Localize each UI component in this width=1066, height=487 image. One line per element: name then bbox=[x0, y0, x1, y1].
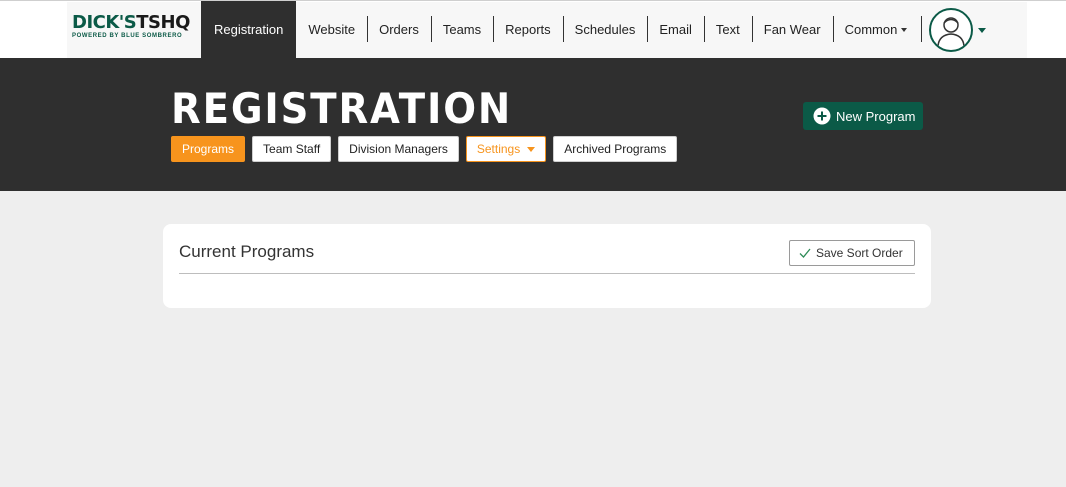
chevron-down-icon bbox=[901, 27, 908, 32]
save-sort-order-label: Save Sort Order bbox=[816, 246, 903, 260]
nav-item-website[interactable]: Website bbox=[296, 1, 367, 58]
logo-tagline: POWERED BY BLUE SOMBRERO bbox=[72, 33, 183, 39]
tab-archived-programs[interactable]: Archived Programs bbox=[553, 136, 678, 162]
registration-tabs: Programs Team Staff Division Managers Se… bbox=[171, 136, 684, 162]
nav-item-text[interactable]: Text bbox=[703, 1, 752, 58]
main-nav: Registration Website Orders Teams Report… bbox=[201, 1, 919, 58]
check-icon bbox=[799, 248, 811, 258]
current-programs-card: Current Programs Save Sort Order bbox=[163, 224, 931, 308]
nav-divider bbox=[921, 16, 922, 42]
user-avatar-icon[interactable] bbox=[929, 8, 973, 52]
nav-item-schedules[interactable]: Schedules bbox=[562, 1, 648, 58]
nav-item-common[interactable]: Common bbox=[832, 1, 920, 58]
tab-division-managers[interactable]: Division Managers bbox=[338, 136, 459, 162]
new-program-label: New Program bbox=[836, 108, 916, 124]
chevron-down-icon[interactable] bbox=[978, 28, 986, 33]
logo-wordmark: DICK'STSHQ bbox=[72, 12, 190, 33]
nav-item-registration[interactable]: Registration bbox=[201, 1, 297, 58]
card-title: Current Programs bbox=[179, 242, 315, 261]
new-program-button[interactable]: New Program bbox=[803, 102, 923, 130]
card-divider bbox=[179, 273, 915, 274]
save-sort-order-button[interactable]: Save Sort Order bbox=[789, 240, 915, 266]
nav-item-teams[interactable]: Teams bbox=[430, 1, 493, 58]
plus-circle-icon bbox=[813, 107, 831, 125]
nav-item-fan-wear[interactable]: Fan Wear bbox=[751, 1, 833, 58]
page-title: REGISTRATION bbox=[171, 84, 513, 133]
chevron-down-icon bbox=[527, 146, 536, 152]
brand-logo[interactable]: DICK'STSHQ POWERED BY BLUE SOMBRERO bbox=[72, 14, 194, 48]
nav-item-orders[interactable]: Orders bbox=[367, 1, 431, 58]
tab-programs[interactable]: Programs bbox=[171, 136, 246, 162]
nav-item-reports[interactable]: Reports bbox=[493, 1, 563, 58]
tab-team-staff[interactable]: Team Staff bbox=[252, 136, 332, 162]
tab-settings[interactable]: Settings bbox=[465, 136, 547, 162]
nav-item-email[interactable]: Email bbox=[647, 1, 704, 58]
